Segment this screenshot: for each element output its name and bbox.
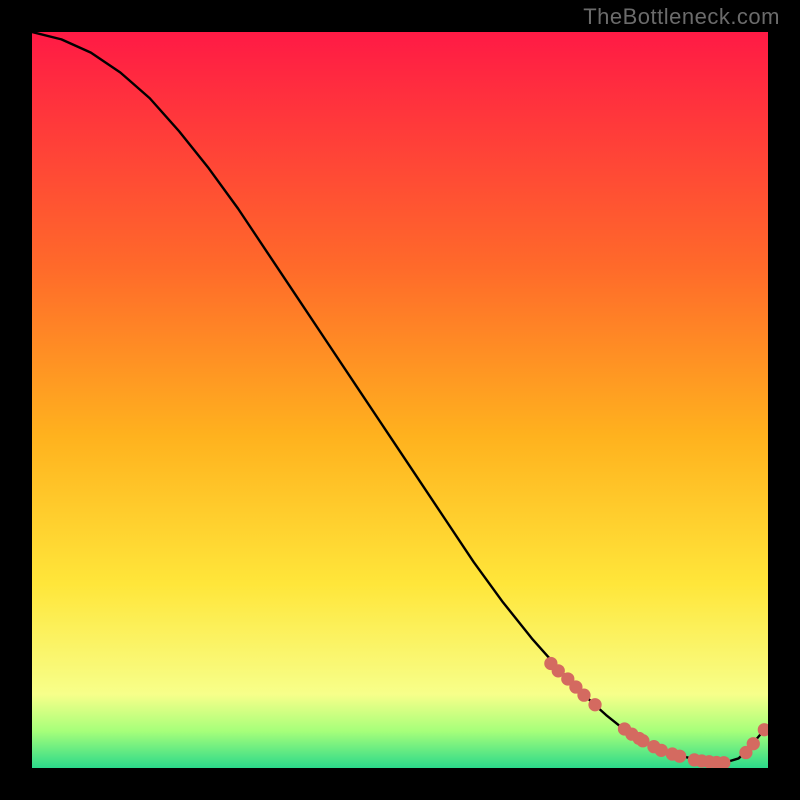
data-marker [747, 737, 760, 750]
bottleneck-chart [32, 32, 768, 768]
watermark-text: TheBottleneck.com [583, 4, 780, 30]
data-marker [577, 689, 590, 702]
data-marker [588, 698, 601, 711]
chart-container: TheBottleneck.com [0, 0, 800, 800]
gradient-background [32, 32, 768, 768]
data-marker [673, 750, 686, 763]
